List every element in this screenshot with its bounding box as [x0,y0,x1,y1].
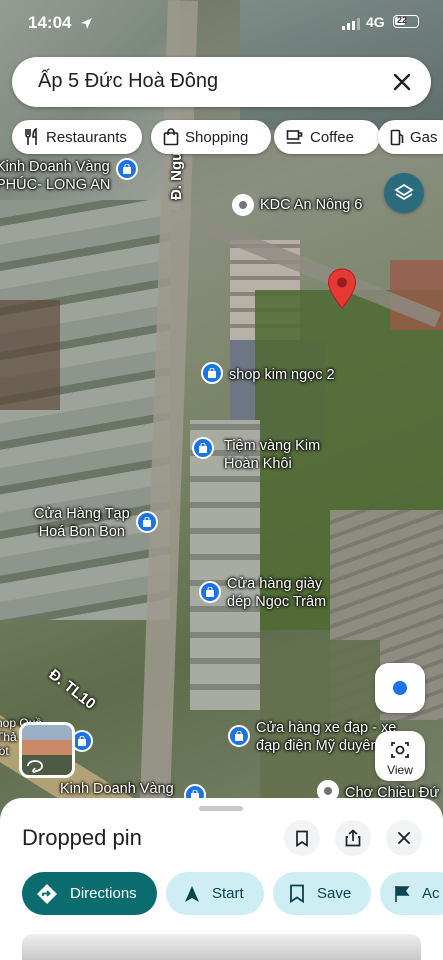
chip-gas[interactable]: Gas [378,120,443,154]
cellular-signal-icon [342,18,360,30]
poi-xe-dap[interactable]: Cửa hàng xe đạp - xe đạp điện Mỹ duyên [228,719,396,755]
save-button[interactable]: Save [273,872,371,915]
chip-label: Coffee [310,128,354,146]
poi-label: Tiệm vàng Kim Hoàn Khôi [224,438,321,472]
chip-label: Gas [410,128,438,146]
search-query[interactable]: Ấp 5 Đức Hoà Đông [38,70,218,93]
coffee-icon [286,130,303,144]
my-location-icon [393,681,407,695]
poi-kdc-an-nong[interactable]: KDC An Nông 6 [232,194,362,216]
fork-knife-icon [25,128,37,145]
search-bar[interactable]: Ấp 5 Đức Hoà Đông [12,57,431,107]
save-label: Save [317,885,352,902]
sheet-drag-handle[interactable] [199,806,243,811]
poi-tap-hoa-bon-bon[interactable]: Cửa Hàng Tạp Hoá Bon Bon [34,505,158,541]
chip-label: Restaurants [46,128,127,146]
view-label: View [387,763,413,777]
layers-button[interactable] [384,173,424,213]
poi-kinh-doanh-vang-top[interactable]: Kinh Doanh Vàng PHÚC- LONG AN [0,158,139,194]
poi-giay-dep[interactable]: Cửa hàng giày dép Ngọc Trâm [199,575,326,611]
layers-icon [394,183,414,201]
place-marker-icon [232,194,254,216]
view-button[interactable]: View [375,731,425,781]
start-label: Start [212,885,244,902]
status-time: 14:04 [28,13,72,32]
status-bar: 14:04 4G 22 [0,0,443,46]
shopping-bag-icon [228,725,250,747]
directions-icon [37,883,57,904]
poi-label: Cửa hàng giày dép Ngọc Trâm [227,576,327,610]
poi-shop-kim-ngoc[interactable]: shop kim ngọc 2 [201,362,335,384]
share-button[interactable] [335,820,371,856]
chip-shopping[interactable]: Shopping [151,120,271,154]
network-type: 4G [366,14,385,30]
shopping-bag-icon [135,511,158,533]
my-location-button[interactable] [375,663,425,713]
start-button[interactable]: Start [166,872,264,915]
shopping-bag-icon [116,158,139,180]
directions-button[interactable]: Directions [22,872,157,915]
flag-icon [395,885,410,902]
street-view-thumbnail[interactable] [19,722,75,778]
rotate-360-icon [27,760,43,773]
gas-icon [390,129,404,145]
battery-percent: 22 [397,15,408,25]
poi-label: Cửa Hàng Tạp Hoá Bon Bon [34,506,130,540]
chip-label: Shopping [185,128,249,146]
close-icon [398,832,410,844]
dropped-pin-icon[interactable] [327,268,357,310]
battery-icon: 22 [393,15,419,28]
bookmark-icon [290,884,304,903]
poi-label: shop kim ngọc 2 [229,367,335,383]
shopping-bag-icon [199,581,221,603]
chip-coffee[interactable]: Coffee [274,120,380,154]
bookmark-icon [296,830,308,847]
poi-label: Kinh Doanh Vàng PHÚC- LONG AN [0,159,111,193]
close-icon[interactable] [387,67,417,97]
directions-label: Directions [70,885,137,902]
bookmark-button[interactable] [284,820,320,856]
shopping-bag-icon [201,362,223,384]
poi-tiem-vang-kim[interactable]: Tiệm vàng Kim Hoàn Khôi [192,437,320,473]
view-icon [391,742,409,758]
road-label-tl10: Đ. TL10 [45,666,99,713]
navigation-arrow-icon [185,885,199,902]
close-sheet-button[interactable] [386,820,422,856]
shopping-bag-icon [192,437,214,459]
share-icon [345,829,361,847]
place-title: Dropped pin [22,825,142,850]
chip-restaurants[interactable]: Restaurants [12,120,142,154]
poi-label: Kinh Doanh Vàng [60,781,174,797]
place-sheet: Dropped pin Directions Start Save Ac [0,798,443,960]
more-action-button[interactable]: Ac [380,872,443,915]
poi-label: KDC An Nông 6 [260,197,363,213]
shopping-bag-icon [163,128,179,146]
place-photo[interactable] [22,934,421,960]
location-arrow-icon [81,18,92,29]
more-action-label: Ac [422,885,440,902]
